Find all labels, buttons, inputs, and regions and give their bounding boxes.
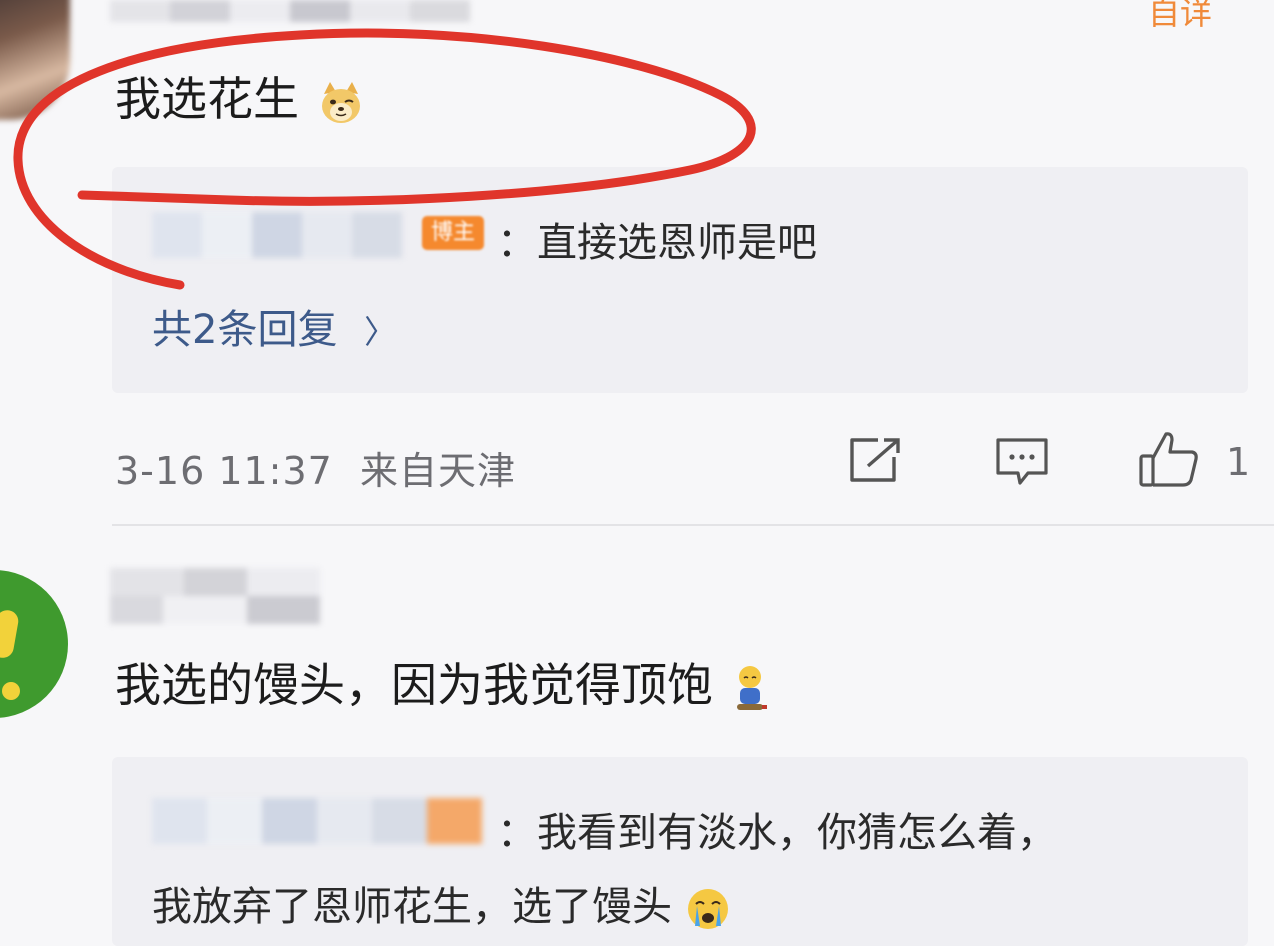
annotation-circle bbox=[13, 28, 756, 290]
